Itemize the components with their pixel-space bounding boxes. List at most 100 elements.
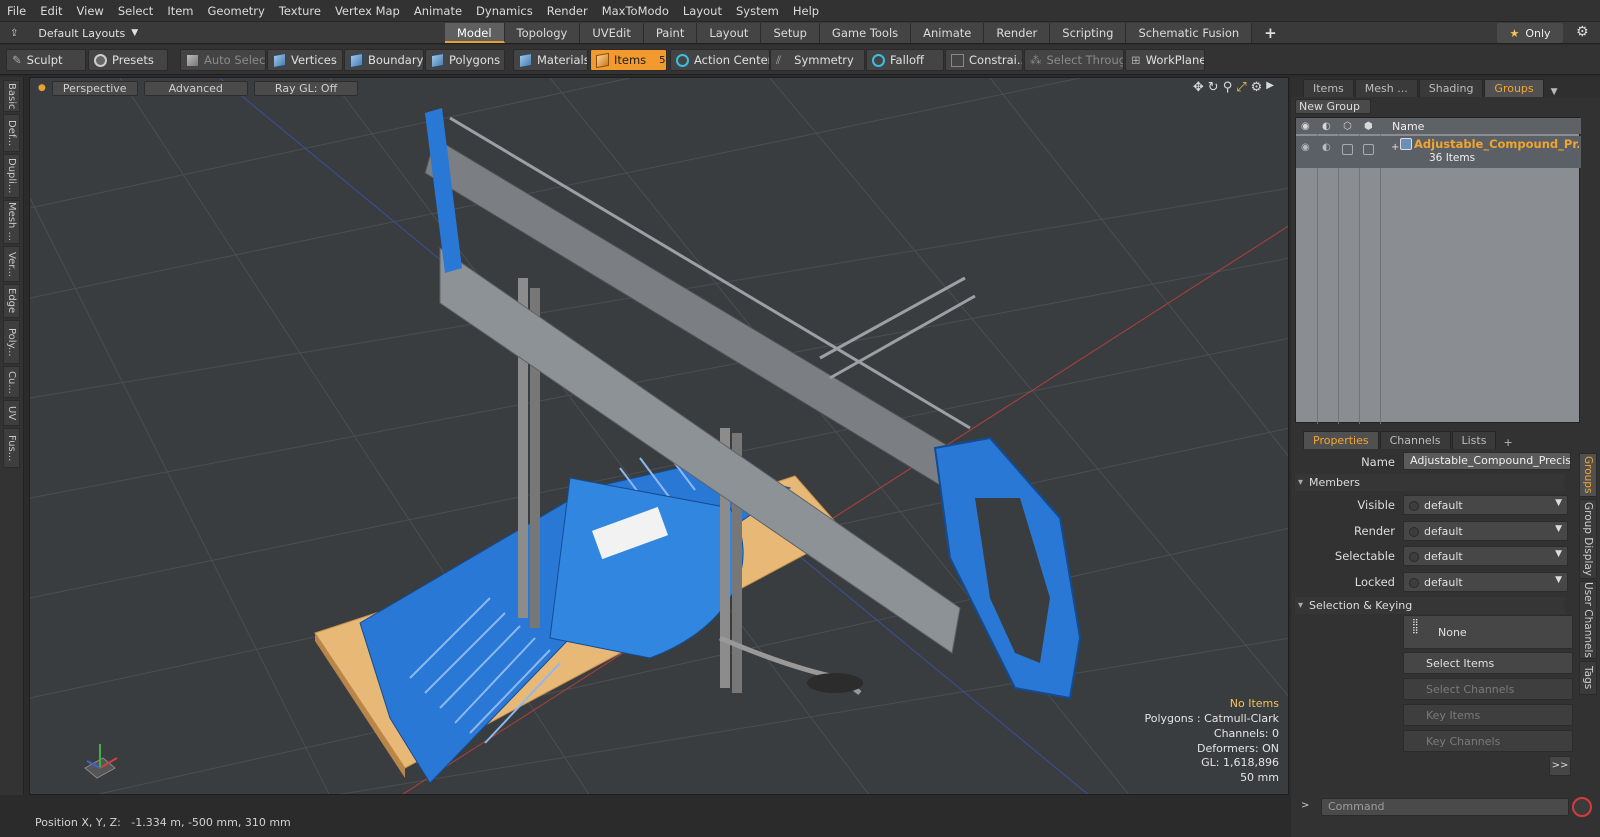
visible-dropdown[interactable]: default ▼ — [1403, 495, 1568, 515]
tab-mesh[interactable]: Mesh ... — [1354, 79, 1418, 97]
presets-button[interactable]: Presets — [88, 49, 168, 71]
menu-select[interactable]: Select — [111, 0, 160, 22]
members-section[interactable]: Members — [1295, 474, 1565, 491]
left-tab-fusion[interactable]: Fus... — [3, 428, 20, 468]
action-center-button[interactable]: Action Center — [670, 49, 770, 71]
new-group-button[interactable]: New Group — [1295, 99, 1371, 114]
menu-edit[interactable]: Edit — [33, 0, 69, 22]
tab-lists[interactable]: Lists — [1451, 431, 1497, 449]
expand-icon[interactable]: + — [1391, 142, 1399, 153]
only-toggle[interactable]: ★ Only — [1497, 23, 1563, 43]
group-row[interactable]: ◉ ◐ + Adjustable_Compound_Pr... 36 Items — [1296, 136, 1581, 168]
row-eye-icon[interactable]: ◉ — [1301, 142, 1310, 153]
tab-setup[interactable]: Setup — [761, 23, 820, 43]
gear-icon[interactable]: ⚙ — [1576, 24, 1589, 40]
row-render-icon[interactable]: ◐ — [1322, 142, 1331, 153]
menu-help[interactable]: Help — [786, 0, 826, 22]
row-select-checkbox[interactable] — [1363, 144, 1374, 155]
record-macro-button[interactable] — [1572, 797, 1592, 817]
raygl-button[interactable]: Ray GL: Off — [253, 80, 359, 96]
key-channels-button[interactable]: Key Channels — [1403, 730, 1573, 752]
left-tab-edge[interactable]: Edge — [3, 284, 20, 318]
selection-keying-section[interactable]: Selection & Keying — [1295, 597, 1565, 614]
menu-geometry[interactable]: Geometry — [201, 0, 272, 22]
menu-texture[interactable]: Texture — [272, 0, 328, 22]
menu-animate[interactable]: Animate — [407, 0, 469, 22]
tab-layout[interactable]: Layout — [697, 23, 762, 43]
select-through-button[interactable]: ⁂ Select Through — [1024, 49, 1124, 71]
selectable-dropdown[interactable]: default ▼ — [1403, 546, 1568, 566]
zoom-icon[interactable]: ⚲ — [1223, 80, 1233, 95]
locked-dropdown[interactable]: default ▼ — [1403, 572, 1568, 592]
left-tab-polygon[interactable]: Poly... — [3, 320, 20, 364]
tab-animate[interactable]: Animate — [911, 23, 985, 43]
tab-uvedit[interactable]: UVEdit — [580, 23, 644, 43]
menu-system[interactable]: System — [729, 0, 786, 22]
group-name[interactable]: Adjustable_Compound_Pr... — [1414, 137, 1579, 151]
side-tab-groups[interactable]: Groups — [1579, 453, 1597, 497]
materials-button[interactable]: Materials — [513, 49, 588, 71]
left-tab-basic[interactable]: Basic — [3, 80, 20, 112]
select-items-button[interactable]: Select Items — [1403, 652, 1573, 674]
select-channels-button[interactable]: Select Channels — [1403, 678, 1573, 700]
tab-groups[interactable]: Groups — [1484, 79, 1544, 97]
falloff-button[interactable]: Falloff — [866, 49, 944, 71]
menu-file[interactable]: File — [0, 0, 33, 22]
viewport-expand-icon[interactable]: ▶ — [1266, 80, 1274, 95]
menu-item[interactable]: Item — [160, 0, 200, 22]
menu-vertex-map[interactable]: Vertex Map — [328, 0, 407, 22]
tab-model[interactable]: Model — [445, 23, 505, 43]
side-tab-group-display[interactable]: Group Display — [1579, 499, 1597, 579]
fit-view-icon[interactable]: ⤢ — [1236, 80, 1246, 95]
menu-render[interactable]: Render — [540, 0, 595, 22]
tab-scripting[interactable]: Scripting — [1050, 23, 1127, 43]
add-properties-tab-icon[interactable]: + — [1503, 436, 1512, 449]
vertices-button[interactable]: Vertices1 — [267, 49, 343, 71]
render-dropdown[interactable]: default ▼ — [1403, 521, 1568, 541]
side-tab-tags[interactable]: Tags — [1579, 661, 1597, 695]
tab-game-tools[interactable]: Game Tools — [819, 23, 912, 43]
none-button[interactable]: ⠿ ⠿ None — [1403, 615, 1573, 649]
move-view-icon[interactable]: ✥ — [1193, 80, 1204, 95]
rotate-view-icon[interactable]: ↻ — [1208, 80, 1219, 95]
items-button[interactable]: Items 5 — [590, 49, 667, 71]
tab-schematic-fusion[interactable]: Schematic Fusion — [1126, 23, 1253, 43]
tab-items[interactable]: Items — [1303, 79, 1354, 97]
left-tab-vertex[interactable]: Ver... — [3, 246, 20, 282]
tab-render[interactable]: Render — [984, 23, 1051, 43]
key-items-button[interactable]: Key Items — [1403, 704, 1573, 726]
tabs-dropdown-icon[interactable]: ▼ — [1551, 87, 1558, 97]
workplane-button[interactable]: ⊞ WorkPlane — [1125, 49, 1205, 71]
boundary-button[interactable]: Boundary — [344, 49, 424, 71]
menu-maxtomodo[interactable]: MaxToModo — [595, 0, 676, 22]
perspective-button[interactable]: Perspective — [51, 80, 138, 96]
tab-topology[interactable]: Topology — [504, 23, 581, 43]
auto-select-button[interactable]: Auto Select — [180, 49, 266, 71]
polygons-button[interactable]: Polygons — [425, 49, 505, 71]
menu-dynamics[interactable]: Dynamics — [469, 0, 540, 22]
3d-viewport[interactable]: ● Perspective Advanced Ray GL: Off ✥ ↻ ⚲… — [29, 77, 1289, 795]
command-input[interactable]: Command — [1321, 798, 1569, 816]
more-button[interactable]: >> — [1549, 756, 1571, 776]
layout-selector[interactable]: ⇪ Default Layouts ▼ — [2, 22, 138, 44]
left-tab-deform[interactable]: Def... — [3, 114, 20, 152]
row-lock-checkbox[interactable] — [1342, 144, 1353, 155]
menu-view[interactable]: View — [70, 0, 111, 22]
left-tab-uv[interactable]: UV — [3, 400, 20, 426]
tab-channels[interactable]: Channels — [1379, 431, 1451, 449]
menu-layout[interactable]: Layout — [676, 0, 729, 22]
left-tab-duplicate[interactable]: Dupli... — [3, 154, 20, 198]
side-tab-user-channels[interactable]: User Channels — [1579, 581, 1597, 659]
name-field[interactable]: Adjustable_Compound_Precision_ — [1403, 452, 1571, 470]
advanced-button[interactable]: Advanced — [143, 80, 248, 96]
viewport-settings-icon[interactable]: ⚙ — [1251, 80, 1263, 95]
symmetry-button[interactable]: ⫽ Symmetry — [770, 49, 865, 71]
sculpt-button[interactable]: ✎ Sculpt — [6, 49, 86, 71]
left-tab-mesh[interactable]: Mesh ... — [3, 200, 20, 244]
tab-shading[interactable]: Shading — [1418, 79, 1484, 97]
tab-paint[interactable]: Paint — [643, 23, 698, 43]
tab-properties[interactable]: Properties — [1303, 431, 1379, 449]
group-list[interactable]: ◉ ◐ ⬡ ⬢ Name ◉ ◐ + Adjustable_Compound_P… — [1295, 117, 1581, 424]
left-tab-curve[interactable]: Cu... — [3, 366, 20, 398]
constraints-button[interactable]: Constrai... — [945, 49, 1023, 71]
